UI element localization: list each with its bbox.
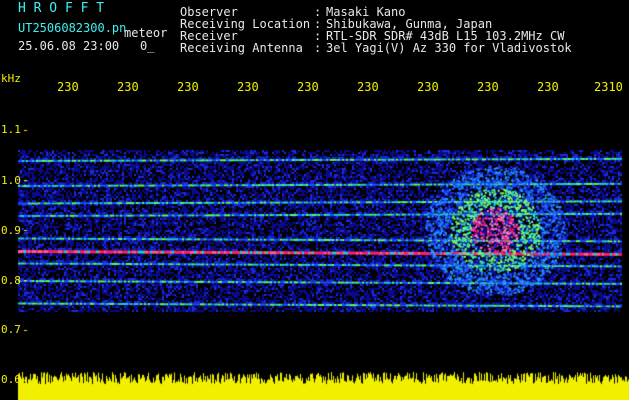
brand-title: H R O F F T <box>18 1 105 16</box>
y-axis-unit: kHz <box>1 72 21 85</box>
frame-counter: 0_ <box>140 39 155 53</box>
y-tick-label: 0.8 <box>1 274 21 287</box>
x-tick-label: 230 <box>237 80 259 94</box>
y-tick-label: 0.6 <box>1 373 21 386</box>
date-time: 25.06.08 23:00 <box>18 39 120 53</box>
field-colon: : <box>314 41 322 55</box>
y-tick-label: 0.9 <box>1 224 21 237</box>
x-tick-label: 230 <box>177 80 199 94</box>
mode-label: meteor <box>124 26 168 40</box>
x-tick-label: 230 <box>357 80 379 94</box>
x-tick-label: 230 <box>477 80 499 94</box>
x-tick-label: 230 <box>297 80 319 94</box>
y-tick-label: 1.1 <box>1 123 21 136</box>
x-tick-label: 230 <box>417 80 439 94</box>
spectrogram-canvas <box>0 0 629 400</box>
x-tick-label: 230 <box>57 80 79 94</box>
file-name: UT2506082300.pn <box>18 21 127 35</box>
field-value-antenna: 3el Yagi(V) Az 330 for Vladivostok <box>326 41 572 55</box>
x-tick-label: 2310 <box>594 80 623 94</box>
x-tick-label: 230 <box>537 80 559 94</box>
x-tick-label: 230 <box>117 80 139 94</box>
field-label-antenna: Receiving Antenna <box>180 41 303 55</box>
y-tick-label: 0.7 <box>1 323 21 336</box>
y-tick-label: 1.0 <box>1 174 21 187</box>
